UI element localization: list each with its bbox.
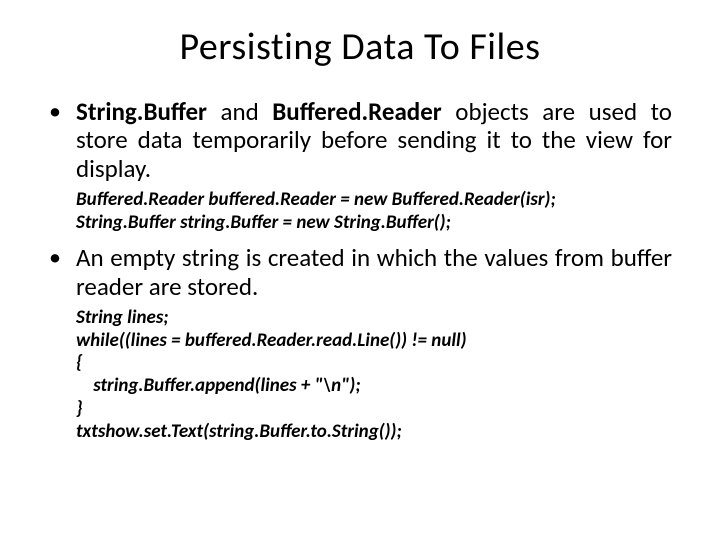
bold-term: String.Buffer	[76, 96, 207, 127]
text-span: and	[207, 96, 272, 127]
bullet-marker: •	[48, 244, 62, 272]
slide-title: Persisting Data To Files	[48, 24, 672, 70]
bullet-item: • String.Buffer and Buffered.Reader obje…	[48, 98, 672, 183]
bold-term: Buffered.Reader	[272, 96, 441, 127]
code-block: String lines; while((lines = buffered.Re…	[76, 307, 672, 444]
bullet-text: An empty string is created in which the …	[76, 244, 672, 301]
bullet-item: • An empty string is created in which th…	[48, 244, 672, 301]
code-block: Buffered.Reader buffered.Reader = new Bu…	[76, 189, 672, 235]
bullet-marker: •	[48, 98, 62, 126]
bullet-text: String.Buffer and Buffered.Reader object…	[76, 98, 672, 183]
